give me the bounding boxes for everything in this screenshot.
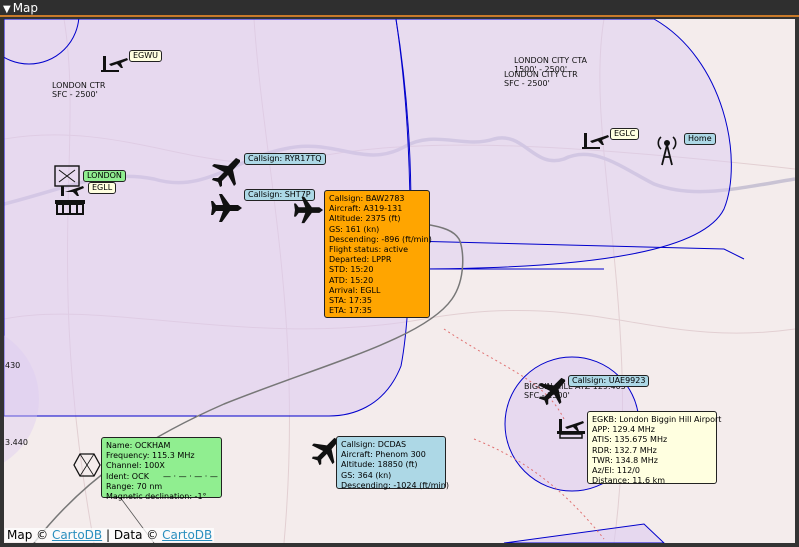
london-city-ctr-label: LONDON CITY CTR SFC - 2500' bbox=[504, 70, 578, 88]
map-view[interactable]: LONDON CTR SFC - 2500' LONDON CITY CTA 1… bbox=[4, 19, 795, 543]
edge-label-low: 3.440 bbox=[5, 438, 28, 447]
flight-info-popup-baw2783[interactable]: Callsign: BAW2783 Aircraft: A319-131 Alt… bbox=[324, 190, 432, 318]
aircraft-sht7p-icon[interactable] bbox=[210, 192, 244, 224]
airport-tag-egll[interactable]: EGLL bbox=[88, 182, 117, 194]
aircraft-ryr17tq-icon[interactable] bbox=[210, 156, 242, 188]
map-panel: ▼ Map LONDON CTR SFC - 2500' LONDON CITY… bbox=[0, 0, 799, 547]
airport-tag-eglc[interactable]: EGLC bbox=[610, 128, 640, 140]
airport-egwu-icon[interactable] bbox=[101, 52, 131, 74]
flight-info-popup-dcdas[interactable]: Callsign: DCDAS Aircraft: Phenom 300 Alt… bbox=[336, 436, 449, 490]
airport-tag-egwu[interactable]: EGWU bbox=[129, 50, 163, 62]
panel-title: Map bbox=[12, 1, 39, 15]
panel-titlebar[interactable]: ▼ Map bbox=[0, 0, 799, 17]
vor-ockham-icon[interactable] bbox=[73, 452, 101, 478]
home-antenna-icon[interactable] bbox=[656, 133, 678, 167]
map-attribution: Map © CartoDB | Data © CartoDB bbox=[5, 528, 215, 542]
callsign-tag-ryr17tq[interactable]: Callsign: RYR17TQ bbox=[244, 153, 326, 165]
collapse-triangle-icon[interactable]: ▼ bbox=[3, 2, 11, 18]
bottom-right-airspace bbox=[503, 523, 665, 543]
cartodb-link-1[interactable]: CartoDB bbox=[52, 528, 102, 542]
aircraft-baw2783-icon[interactable] bbox=[292, 195, 326, 225]
aircraft-uae9923-icon[interactable] bbox=[537, 375, 567, 407]
airport-egll-icon[interactable] bbox=[53, 164, 87, 216]
airport-eglc-icon[interactable] bbox=[582, 129, 612, 151]
london-ctr-label: LONDON CTR SFC - 2500' bbox=[52, 81, 106, 99]
vor-info-popup-ockham[interactable]: Name: OCKHAM Frequency: 115.3 MHz Channe… bbox=[101, 437, 222, 501]
airport-tag-london[interactable]: LONDON bbox=[83, 170, 126, 182]
cartodb-link-2[interactable]: CartoDB bbox=[162, 528, 212, 542]
morse-ident: — · — · — · — bbox=[162, 471, 218, 481]
home-tag[interactable]: Home bbox=[684, 133, 716, 145]
airport-egkb-icon[interactable] bbox=[557, 415, 587, 439]
airport-info-popup-egkb[interactable]: EGKB: London Biggin Hill Airport APP: 12… bbox=[587, 411, 721, 485]
edge-label-mid: 430 bbox=[5, 361, 21, 370]
callsign-tag-uae9923[interactable]: Callsign: UAE9923 bbox=[568, 375, 650, 387]
